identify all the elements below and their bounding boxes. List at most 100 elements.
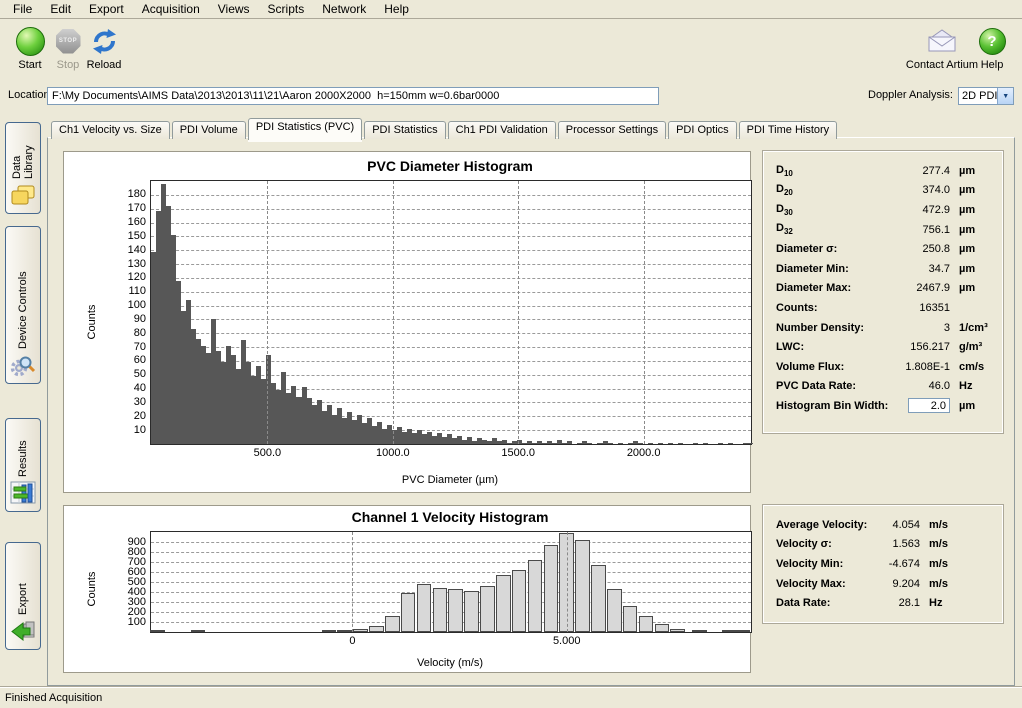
sidebar-item-label: Export	[17, 549, 29, 615]
y-tick-label: 170	[106, 202, 146, 214]
menu-item-views[interactable]: Views	[209, 0, 259, 18]
histogram-bar	[693, 443, 698, 444]
stat-row-velocity: Velocity σ:1.563m/s	[764, 535, 1002, 555]
histogram-bar	[480, 586, 495, 632]
histogram-bar	[648, 443, 653, 444]
stat-value: 756.1	[892, 224, 950, 236]
gridline-y	[151, 195, 751, 196]
sidebar-item-data-library[interactable]: Data Library	[5, 122, 41, 214]
histogram-bar	[678, 443, 683, 444]
menu-item-scripts[interactable]: Scripts	[259, 0, 314, 18]
y-axis-label: Counts	[86, 292, 98, 352]
stat-value: -4.674	[870, 558, 920, 570]
histogram-bar	[735, 630, 750, 632]
tab-pdi-optics[interactable]: PDI Optics	[668, 121, 737, 139]
sidebar-item-label: Device Controls	[17, 233, 29, 349]
histogram-bar	[417, 584, 432, 632]
location-input[interactable]	[47, 87, 659, 105]
histogram-bar	[623, 606, 638, 632]
stat-row-pvc-data-rate: PVC Data Rate:46.0Hz	[764, 377, 1002, 397]
stat-unit: µm	[950, 204, 994, 216]
histogram-bar	[464, 591, 479, 632]
stat-row-d10: D10277.4µm	[764, 161, 1002, 181]
chevron-down-icon[interactable]: ▼	[997, 88, 1013, 104]
help-button[interactable]: ? Help	[964, 26, 1020, 71]
tab-processor-settings[interactable]: Processor Settings	[558, 121, 666, 139]
gridline-y	[151, 264, 751, 265]
menu-item-file[interactable]: File	[4, 0, 41, 18]
y-tick-label: 50	[106, 368, 146, 380]
x-tick-label: 5.000	[532, 635, 602, 647]
stat-unit: µm	[950, 400, 994, 412]
stat-value: 156.217	[892, 341, 950, 353]
tab-ch1-pdi-validation[interactable]: Ch1 PDI Validation	[448, 121, 556, 139]
tab-pdi-statistics-pvc[interactable]: PDI Statistics (PVC)	[248, 118, 362, 140]
menu-item-network[interactable]: Network	[313, 0, 375, 18]
stat-label: Histogram Bin Width:	[776, 400, 892, 412]
menu-item-help[interactable]: Help	[375, 0, 418, 18]
stat-value: 2467.9	[892, 282, 950, 294]
y-tick-label: 40	[106, 382, 146, 394]
stat-label: Velocity σ:	[776, 538, 870, 550]
velocity-statistics-panel: Average Velocity:4.054m/sVelocity σ:1.56…	[763, 505, 1003, 623]
histogram-bar	[433, 588, 448, 632]
tab-pdi-volume[interactable]: PDI Volume	[172, 121, 246, 139]
stat-label: Velocity Max:	[776, 578, 870, 590]
stat-label: D30	[776, 203, 892, 217]
menu-item-edit[interactable]: Edit	[41, 0, 80, 18]
x-tick-label: 0	[317, 635, 387, 647]
histogram-bar	[567, 441, 572, 444]
sidebar-item-device-controls[interactable]: Device Controls	[5, 226, 41, 384]
stat-unit: µm	[950, 184, 994, 196]
sidebar-item-results[interactable]: Results	[5, 418, 41, 512]
gridline-y	[151, 250, 751, 251]
histogram-bar	[544, 545, 559, 632]
stat-row-velocity-max: Velocity Max:9.204m/s	[764, 574, 1002, 594]
velocity-histogram-plot: 10020030040050060070080090005.000	[150, 531, 752, 633]
y-tick-label: 130	[106, 258, 146, 270]
envelope-icon	[927, 29, 957, 53]
reload-button-label: Reload	[76, 59, 132, 71]
gridline-y	[151, 552, 751, 553]
stat-value: 28.1	[870, 597, 920, 609]
gridline-y	[151, 319, 751, 320]
y-tick-label: 140	[106, 244, 146, 256]
chart-title: PVC Diameter Histogram	[150, 158, 750, 174]
stat-value: 9.204	[870, 578, 920, 590]
histogram-bar	[728, 443, 733, 444]
histogram-bar	[353, 629, 368, 632]
doppler-analysis-select[interactable]: 2D PDI ▼	[958, 87, 1014, 105]
sidebar-item-export[interactable]: Export	[5, 542, 41, 650]
y-tick-label: 180	[106, 188, 146, 200]
histogram-bar	[748, 443, 753, 444]
histogram-bar	[639, 616, 654, 632]
gridline-y	[151, 542, 751, 543]
menu-item-acquisition[interactable]: Acquisition	[133, 0, 209, 18]
y-tick-label: 80	[106, 327, 146, 339]
stat-unit: Hz	[950, 380, 994, 392]
histogram-bar	[607, 589, 622, 632]
stat-row-velocity-min: Velocity Min:-4.674m/s	[764, 554, 1002, 574]
stat-unit: cm/s	[950, 361, 994, 373]
tab-pdi-time-history[interactable]: PDI Time History	[739, 121, 838, 139]
y-axis-label: Counts	[86, 559, 98, 619]
reload-button[interactable]: Reload	[76, 26, 132, 71]
gridline-y	[151, 582, 751, 583]
stat-label: Counts:	[776, 302, 892, 314]
y-tick-label: 90	[106, 313, 146, 325]
histogram-bar	[528, 560, 543, 632]
x-axis-label: Velocity (m/s)	[150, 657, 750, 669]
stat-unit: µm	[950, 165, 994, 177]
y-tick-label: 10	[106, 424, 146, 436]
y-tick-label: 120	[106, 271, 146, 283]
sidebar-item-label: Data Library	[11, 129, 35, 179]
gridline-y	[151, 278, 751, 279]
menu-item-export[interactable]: Export	[80, 0, 133, 18]
stat-value: 4.054	[870, 519, 920, 531]
histogram-bar	[658, 443, 663, 444]
histogram-bin-width-input[interactable]	[908, 398, 950, 413]
stat-label: Data Rate:	[776, 597, 870, 609]
tab-ch1-velocity-vs-size[interactable]: Ch1 Velocity vs. Size	[51, 121, 170, 139]
stat-value: 34.7	[892, 263, 950, 275]
tab-pdi-statistics[interactable]: PDI Statistics	[364, 121, 445, 139]
